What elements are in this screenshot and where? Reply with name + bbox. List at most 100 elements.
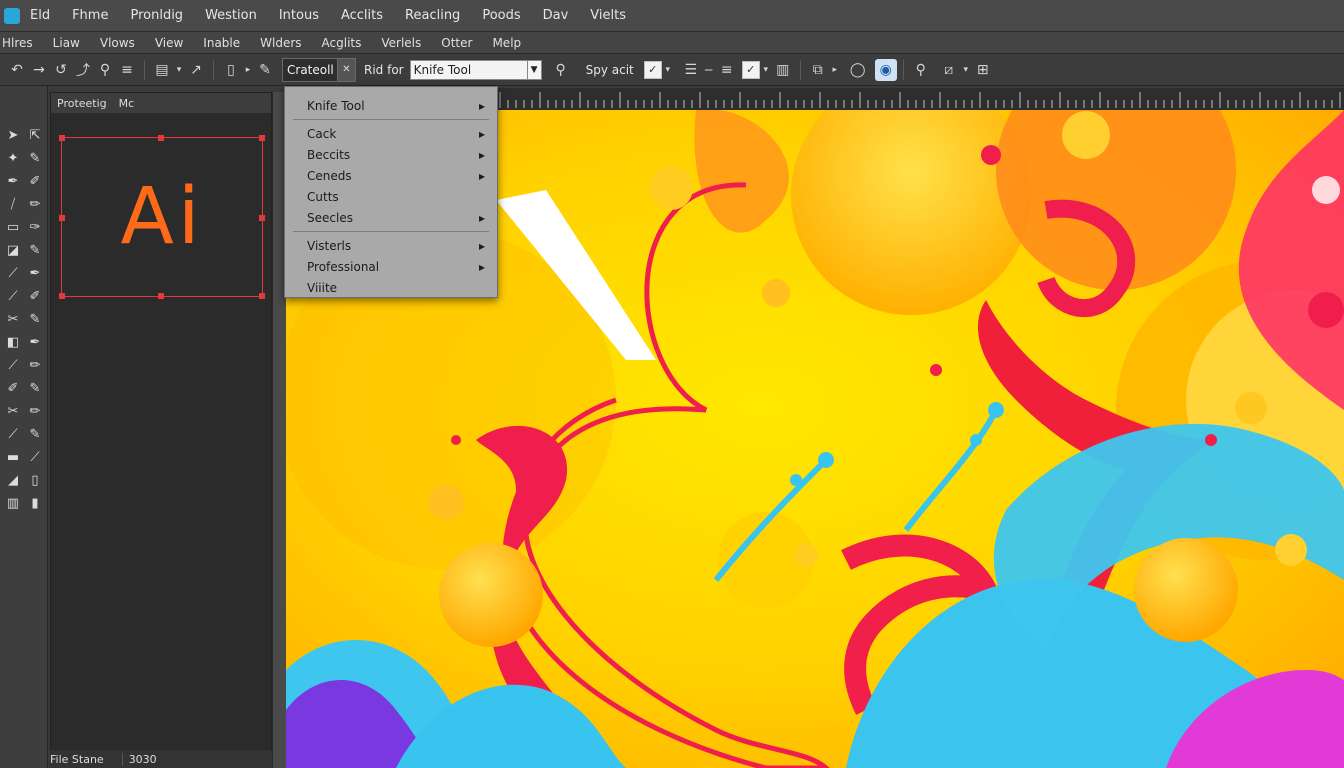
dash-icon[interactable]: ‒ [702,59,716,81]
curvature-tool-icon[interactable]: ✐ [24,170,46,192]
tool-preset-dropdown[interactable]: Crateoll [282,57,338,82]
menu-item-4[interactable]: Westion [205,8,257,23]
flyout-item-9[interactable]: Viiite [285,277,497,298]
caret-down-icon[interactable]: ▾ [173,59,185,81]
layout-icon[interactable]: ▤ [151,59,173,81]
menu2-item-4[interactable]: View [155,36,183,50]
shape-icon[interactable]: ◯ [847,59,869,81]
stroke-icon[interactable]: ☰ [680,59,702,81]
draw-mode-icon[interactable]: ▥ [2,492,24,514]
selection-handle[interactable] [158,293,164,299]
menu2-item-7[interactable]: Acglits [322,36,362,50]
selection-handle[interactable] [259,135,265,141]
flyout-item-2[interactable]: Cack ▸ [285,123,497,144]
flyout-item-5[interactable]: Cutts [285,186,497,207]
menu-item-2[interactable]: Fhme [72,8,108,23]
pencil-icon[interactable]: ✎ [254,59,276,81]
menu-item-9[interactable]: Dav [543,8,569,23]
type-tool-icon[interactable]: ⧸ [2,193,24,215]
magnify-icon[interactable]: ⚲ [910,59,932,81]
eraser-tool-icon[interactable]: ⟋ [2,262,24,284]
hand-tool-icon[interactable]: ▬ [2,446,24,468]
warp-tool-icon[interactable]: ✐ [24,285,46,307]
undo-icon[interactable]: ↶ [6,59,28,81]
menu-item-6[interactable]: Acclits [341,8,383,23]
rotate-tool-icon[interactable]: ✒ [24,262,46,284]
direct-selection-tool-icon[interactable]: ⇱ [24,124,46,146]
selection-tool-icon[interactable]: ➤ [2,124,24,146]
lasso-tool-icon[interactable]: ✎ [24,147,46,169]
search-icon[interactable]: ⚲ [550,59,572,81]
chevron-down-icon[interactable]: ✕ [338,57,356,82]
caret-down-icon[interactable]: ▾ [760,59,772,81]
shaper-tool-icon[interactable]: ◪ [2,239,24,261]
trash-icon[interactable]: ▥ [772,59,794,81]
free-transform-icon[interactable]: ✎ [24,308,46,330]
flyout-item-1[interactable]: Knife Tool ▸ [285,95,497,116]
selection-handle[interactable] [59,135,65,141]
artboard-tool-icon[interactable]: ⟋ [2,423,24,445]
caret-down-icon[interactable]: ▾ [960,59,972,81]
menu2-item-5[interactable]: Inable [203,36,240,50]
pen-tool-icon[interactable]: ✒ [2,170,24,192]
blend-tool-icon[interactable]: ✎ [24,377,46,399]
curve-icon[interactable]: ⤴ [72,59,94,81]
fill-stroke-icon[interactable]: ◢ [2,469,24,491]
paintbrush-tool-icon[interactable]: ✑ [24,216,46,238]
rectangle-tool-icon[interactable]: ▭ [2,216,24,238]
copy-icon[interactable]: ⧉ [807,59,829,81]
menu2-item-6[interactable]: Wlders [260,36,301,50]
line-tool-icon[interactable]: ✏ [24,193,46,215]
selection-handle[interactable] [59,293,65,299]
lines-icon[interactable]: ≡ [716,59,738,81]
selected-object-preview[interactable]: Ai [59,135,265,299]
selection-handle[interactable] [259,293,265,299]
menu2-item-9[interactable]: Otter [441,36,472,50]
graph-tool-icon[interactable]: ✏ [24,400,46,422]
symbol-sprayer-icon[interactable]: ✂ [2,400,24,422]
menu2-item-2[interactable]: Liaw [53,36,80,50]
tab-mc[interactable]: Mc [119,97,135,110]
checkbox-1[interactable]: ✓ [643,60,662,79]
flyout-item-7[interactable]: Visterls ▸ [285,235,497,256]
flyout-item-3[interactable]: Beccits ▸ [285,144,497,165]
zoom-tool-icon[interactable]: ⟋ [24,446,46,468]
flyout-item-8[interactable]: Professional ▸ [285,256,497,277]
gradient-tool-icon[interactable]: ✏ [24,354,46,376]
selection-handle[interactable] [59,215,65,221]
selection-handle[interactable] [259,215,265,221]
grid-icon[interactable]: ⊞ [972,59,994,81]
menu2-item-1[interactable]: Hlres [2,36,33,50]
menu2-item-8[interactable]: Verlels [381,36,421,50]
zoom-icon[interactable]: ⚲ [94,59,116,81]
magic-wand-icon[interactable]: ✦ [2,147,24,169]
align-icon[interactable]: ≡ [116,59,138,81]
menu-item-8[interactable]: Poods [482,8,520,23]
shape-builder-icon[interactable]: ◧ [2,331,24,353]
perspective-grid-icon[interactable]: ✒ [24,331,46,353]
flyout-item-6[interactable]: Seecles ▸ [285,207,497,228]
menu-item-7[interactable]: Reacling [405,8,460,23]
selection-handle[interactable] [158,135,164,141]
caret-icon[interactable]: ▸ [242,59,254,81]
flyout-item-4[interactable]: Ceneds ▸ [285,165,497,186]
menu-item-10[interactable]: Vielts [590,8,626,23]
screen-mode-icon[interactable]: ▮ [24,492,46,514]
swap-icon[interactable]: ▯ [24,469,46,491]
scale-tool-icon[interactable]: ⟋ [2,285,24,307]
caret-down-icon[interactable]: ▾ [662,59,674,81]
eyedropper-icon[interactable]: ✐ [2,377,24,399]
brush-icon[interactable]: ↗ [185,59,207,81]
chevron-down-icon[interactable]: ▼ [527,59,542,80]
document-icon[interactable]: ▯ [220,59,242,81]
width-tool-icon[interactable]: ✂ [2,308,24,330]
menu-item-1[interactable]: Eld [30,8,50,23]
lasso-icon[interactable]: ↺ [50,59,72,81]
slice-tool-icon[interactable]: ✎ [24,423,46,445]
menu2-item-3[interactable]: Vlows [100,36,135,50]
caret-icon[interactable]: ▸ [829,59,841,81]
menu-item-5[interactable]: Intous [279,8,319,23]
checkbox-2[interactable]: ✓ [741,60,760,79]
mesh-tool-icon[interactable]: ⟋ [2,354,24,376]
transform-icon[interactable]: ⧄ [938,59,960,81]
